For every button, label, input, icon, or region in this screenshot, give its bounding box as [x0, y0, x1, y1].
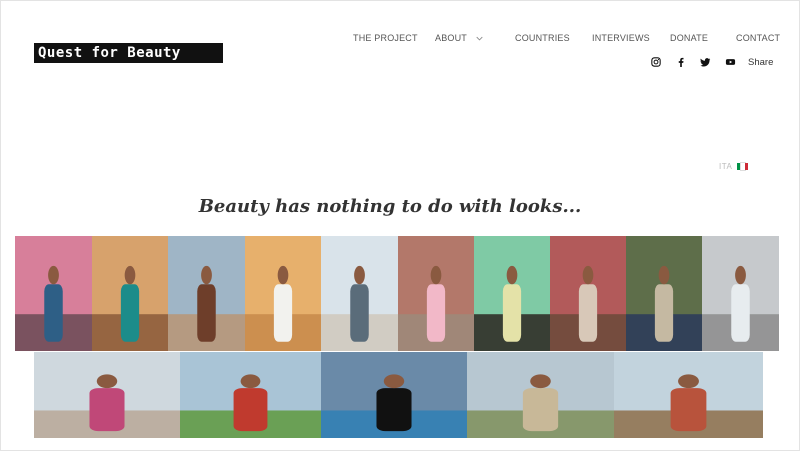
- gallery-row-1: [15, 236, 779, 351]
- nav-interviews[interactable]: INTERVIEWS: [592, 33, 670, 43]
- gallery-photo[interactable]: [550, 236, 626, 351]
- facebook-icon[interactable]: [675, 57, 686, 68]
- gallery-photo[interactable]: [398, 236, 474, 351]
- nav-donate-label: DONATE: [670, 33, 709, 43]
- gallery-photo[interactable]: [15, 236, 92, 351]
- gallery-photo[interactable]: [467, 352, 614, 438]
- gallery-photo[interactable]: [92, 236, 168, 351]
- gallery-photo[interactable]: [245, 236, 321, 351]
- nav-the-project-label: THE PROJECT: [353, 33, 418, 43]
- chevron-down-icon: [476, 36, 483, 41]
- nav-about-label: ABOUT: [435, 33, 468, 43]
- nav-contact[interactable]: CONTACT: [736, 33, 780, 43]
- nav-donate[interactable]: DONATE: [670, 33, 736, 43]
- nav-about[interactable]: ABOUT: [435, 33, 515, 43]
- italy-flag-icon: [737, 162, 749, 171]
- language-label: ITA: [719, 162, 733, 171]
- nav-interviews-label: INTERVIEWS: [592, 33, 650, 43]
- gallery-photo[interactable]: [702, 236, 779, 351]
- youtube-icon[interactable]: [725, 57, 736, 68]
- gallery-photo[interactable]: [180, 352, 321, 438]
- gallery-photo[interactable]: [321, 352, 467, 438]
- nav-countries-label: COUNTRIES: [515, 33, 570, 43]
- gallery-photo[interactable]: [321, 236, 398, 351]
- share-button[interactable]: Share: [748, 57, 773, 68]
- nav-countries[interactable]: COUNTRIES: [515, 33, 592, 43]
- nav-contact-label: CONTACT: [736, 33, 781, 43]
- instagram-icon[interactable]: [650, 57, 661, 68]
- site-logo[interactable]: Quest for Beauty: [34, 43, 223, 63]
- nav-the-project[interactable]: THE PROJECT: [353, 33, 435, 43]
- gallery-row-2: [34, 352, 763, 438]
- gallery-photo[interactable]: [614, 352, 763, 438]
- gallery-photo[interactable]: [626, 236, 702, 351]
- gallery-photo[interactable]: [168, 236, 245, 351]
- gallery-photo[interactable]: [34, 352, 180, 438]
- main-nav: THE PROJECT ABOUT COUNTRIES INTERVIEWS D…: [353, 32, 780, 44]
- gallery-photo[interactable]: [474, 236, 550, 351]
- social-bar: Share: [650, 56, 773, 68]
- tagline: Beauty has nothing to do with looks...: [198, 196, 582, 217]
- language-switcher[interactable]: ITA: [719, 162, 749, 171]
- twitter-icon[interactable]: [700, 57, 711, 68]
